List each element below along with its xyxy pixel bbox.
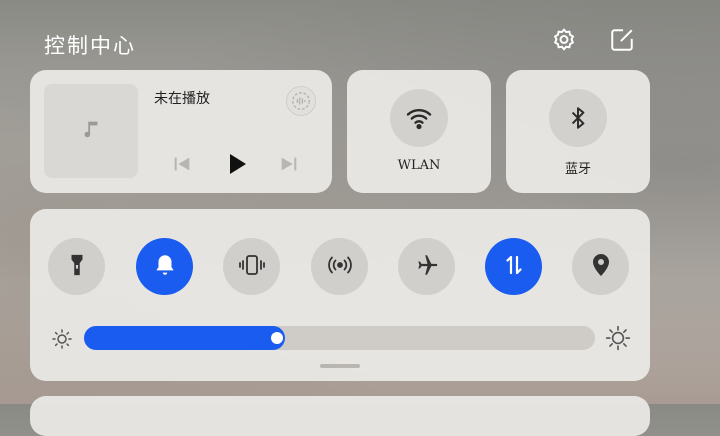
- play-icon[interactable]: [224, 151, 250, 177]
- previous-icon[interactable]: [170, 152, 194, 176]
- bluetooth-tile[interactable]: 蓝牙: [506, 70, 650, 193]
- bell-icon: [152, 252, 178, 282]
- flashlight-icon: [66, 252, 88, 282]
- drag-handle[interactable]: [320, 364, 360, 368]
- brightness-high-icon: [605, 325, 631, 351]
- bottom-card: [30, 396, 650, 436]
- bluetooth-label: 蓝牙: [564, 162, 591, 177]
- audio-source-icon[interactable]: [286, 86, 316, 116]
- flashlight-toggle[interactable]: [48, 238, 105, 295]
- hotspot-icon: [326, 252, 354, 282]
- media-card[interactable]: 未在播放: [30, 70, 332, 193]
- brightness-slider[interactable]: [84, 326, 595, 350]
- brightness-slider-fill: [84, 326, 285, 350]
- wifi-icon: [390, 89, 448, 147]
- album-art: [44, 84, 138, 178]
- airplane-toggle[interactable]: [398, 238, 455, 295]
- page-title: 控制中心: [44, 34, 136, 58]
- sound-toggle[interactable]: [136, 238, 193, 295]
- media-status: 未在播放: [154, 91, 210, 107]
- mobile-data-toggle[interactable]: [485, 238, 542, 295]
- data-arrows-icon: [502, 252, 526, 282]
- gear-icon[interactable]: [550, 26, 578, 54]
- brightness-slider-thumb[interactable]: [271, 332, 283, 344]
- hotspot-toggle[interactable]: [311, 238, 368, 295]
- airplane-icon: [414, 252, 440, 282]
- wlan-label: WLAN: [397, 158, 441, 173]
- brightness-low-icon: [50, 327, 74, 351]
- location-toggle[interactable]: [572, 238, 629, 295]
- bluetooth-icon: [549, 89, 607, 147]
- location-pin-icon: [589, 252, 613, 282]
- next-icon[interactable]: [277, 152, 301, 176]
- wlan-tile[interactable]: WLAN: [347, 70, 491, 193]
- music-note-icon: [80, 118, 102, 144]
- vibrate-icon: [238, 252, 266, 282]
- vibrate-toggle[interactable]: [223, 238, 280, 295]
- edit-icon[interactable]: [608, 26, 636, 54]
- quick-toggles-panel: [30, 209, 650, 381]
